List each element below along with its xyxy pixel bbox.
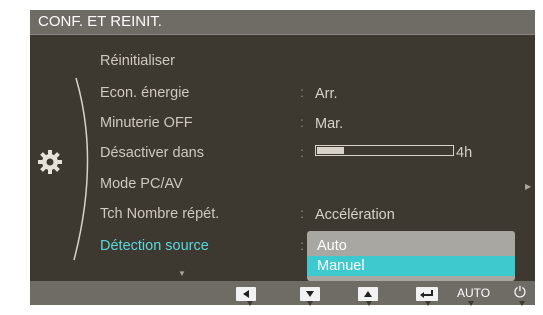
menu-item-pc-av-mode[interactable]: Mode PC/AV: [100, 175, 183, 193]
button-pointer: [247, 301, 253, 306]
slider-fill: [317, 147, 344, 154]
eco-saving-value: Arr.: [315, 86, 338, 102]
menu-item-turn-off-after[interactable]: Désactiver dans: [100, 144, 204, 162]
button-pointer: [519, 301, 525, 306]
power-icon[interactable]: ⏻: [514, 284, 526, 302]
button-pointer: [425, 301, 431, 306]
key-repeat-value: Accélération: [315, 207, 395, 223]
osd-menu: CONF. ET REINIT. Réinitialiser Econ. éne…: [30, 10, 535, 305]
option-manuel[interactable]: Manuel: [307, 256, 515, 276]
separator-colon: :: [300, 237, 304, 253]
menu-item-source-detection[interactable]: Détection source: [100, 237, 209, 255]
menu-item-off-timer[interactable]: Minuterie OFF: [100, 114, 193, 132]
button-pointer: [307, 301, 313, 306]
enter-icon[interactable]: [416, 287, 438, 301]
chevron-right-icon: ▶: [525, 182, 532, 191]
up-arrow-icon[interactable]: [358, 287, 378, 301]
off-timer-value: Mar.: [315, 116, 344, 132]
separator-colon: :: [300, 84, 304, 100]
turn-off-slider[interactable]: [315, 145, 454, 156]
turn-off-value: 4h: [456, 145, 473, 161]
menu-item-reset[interactable]: Réinitialiser: [100, 52, 175, 70]
auto-button[interactable]: AUTO: [457, 285, 490, 301]
separator-colon: :: [300, 114, 304, 130]
left-arrow-icon[interactable]: [236, 287, 256, 301]
button-guide-bar: AUTO ⏻: [30, 281, 535, 305]
chevron-down-icon: ▼: [178, 269, 186, 278]
button-pointer: [366, 301, 372, 306]
button-pointer: [468, 301, 474, 306]
menu-item-eco-saving[interactable]: Econ. énergie: [100, 84, 189, 102]
menu-item-key-repeat[interactable]: Tch Nombre répét.: [100, 205, 219, 223]
separator-colon: :: [300, 144, 304, 160]
down-arrow-icon[interactable]: [300, 287, 320, 301]
separator-colon: :: [300, 205, 304, 221]
gear-icon: [36, 148, 64, 181]
source-detection-dropdown[interactable]: Auto Manuel: [307, 231, 515, 281]
option-auto[interactable]: Auto: [307, 236, 515, 256]
